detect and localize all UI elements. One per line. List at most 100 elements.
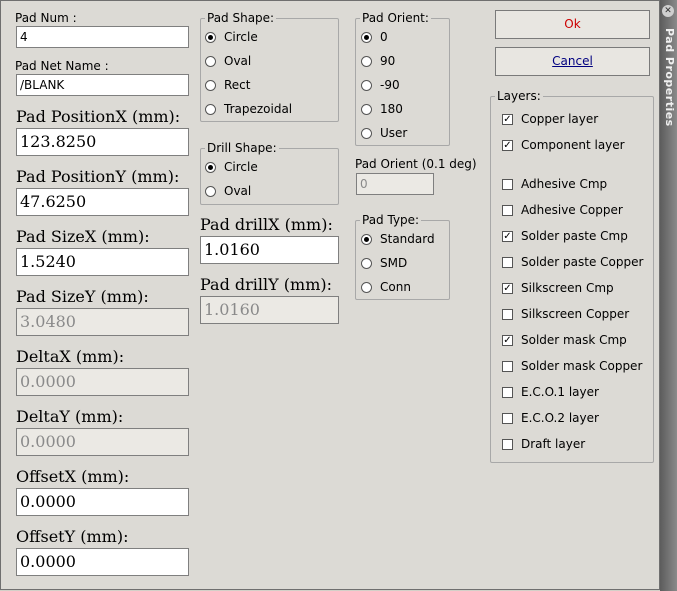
cancel-button[interactable]: Cancel (495, 47, 650, 76)
radio-label: 90 (380, 54, 396, 68)
offset-x-input[interactable]: 0.0000 (16, 488, 189, 516)
checkbox-icon (502, 178, 513, 190)
delta-x-label: DeltaX (mm): (16, 347, 125, 366)
radio-label: Oval (224, 54, 252, 68)
layer-checkbox[interactable]: ✓ Silkscreen Cmp (502, 281, 614, 295)
layer-checkbox[interactable]: E.C.O.1 layer (502, 385, 599, 399)
orient-deg-label: Pad Orient (0.1 deg) (355, 157, 477, 171)
layer-checkbox[interactable]: ✓ Copper layer (502, 112, 598, 126)
size-x-input[interactable]: 1.5240 (16, 248, 189, 276)
radio-icon (361, 79, 372, 91)
pad-orient-group: Pad Orient: 0 90 -90 180 User (355, 11, 450, 146)
radio-icon (205, 185, 216, 197)
orient-deg-input: 0 (356, 173, 434, 195)
pad-type-conn-radio[interactable]: Conn (361, 280, 411, 294)
ok-button[interactable]: Ok (495, 10, 650, 39)
radio-label: Standard (380, 232, 435, 246)
orient-0-radio[interactable]: 0 (361, 30, 388, 44)
layer-label: Solder mask Cmp (521, 333, 627, 347)
offset-y-input[interactable]: 0.0000 (16, 548, 189, 576)
pad-type-smd-radio[interactable]: SMD (361, 256, 407, 270)
radio-icon (361, 55, 372, 67)
radio-icon (205, 103, 216, 115)
size-y-input: 3.0480 (16, 308, 189, 336)
radio-selected-icon (205, 31, 216, 43)
radio-icon (205, 55, 216, 67)
drill-shape-oval-radio[interactable]: Oval (205, 184, 251, 198)
drill-y-input: 1.0160 (200, 296, 339, 324)
pos-x-label: Pad PositionX (mm): (16, 107, 181, 126)
layer-checkbox[interactable]: ✓ Solder paste Cmp (502, 229, 628, 243)
pos-x-input[interactable]: 123.8250 (16, 128, 189, 156)
radio-selected-icon (361, 233, 372, 245)
pad-num-label: Pad Num : (15, 11, 77, 25)
radio-icon (361, 281, 372, 293)
orient-90-radio[interactable]: 90 (361, 54, 395, 68)
drill-x-input[interactable]: 1.0160 (200, 236, 339, 264)
layer-label: Solder paste Cmp (521, 229, 628, 243)
checkbox-checked-icon: ✓ (502, 113, 513, 125)
layer-label: Solder mask Copper (521, 359, 643, 373)
layer-checkbox[interactable]: Adhesive Copper (502, 203, 623, 217)
layers-group: Layers: ✓ Copper layer ✓ Component layer Adh… (490, 89, 654, 463)
pad-shape-rect-radio[interactable]: Rect (205, 78, 250, 92)
layer-label: Draft layer (521, 437, 586, 451)
radio-label: 180 (380, 102, 403, 116)
layer-checkbox[interactable]: E.C.O.2 layer (502, 411, 599, 425)
radio-icon (205, 79, 216, 91)
layer-checkbox[interactable]: Silkscreen Copper (502, 307, 629, 321)
checkbox-icon (502, 204, 513, 216)
layer-label: Adhesive Cmp (521, 177, 608, 191)
title-bar: ✕ Pad Properties (660, 0, 677, 591)
close-icon[interactable]: ✕ (662, 5, 674, 17)
pos-y-input[interactable]: 47.6250 (16, 188, 189, 216)
layer-label: Component layer (521, 138, 625, 152)
pad-type-title: Pad Type: (360, 213, 422, 227)
drill-shape-circle-radio[interactable]: Circle (205, 160, 258, 174)
size-y-label: Pad SizeY (mm): (16, 287, 149, 306)
orient-180-radio[interactable]: 180 (361, 102, 403, 116)
checkbox-checked-icon: ✓ (502, 334, 513, 346)
checkbox-icon (502, 386, 513, 398)
layers-title: Layers: (495, 89, 543, 103)
radio-label: Circle (224, 160, 258, 174)
layer-checkbox[interactable]: Draft layer (502, 437, 585, 451)
pad-properties-dialog: Pad Num : 4 Pad Net Name : /BLANK Pad Po… (0, 0, 660, 590)
drill-shape-title: Drill Shape: (205, 141, 279, 155)
radio-label: Oval (224, 184, 252, 198)
layer-checkbox[interactable]: Solder mask Copper (502, 359, 642, 373)
checkbox-checked-icon: ✓ (502, 139, 513, 151)
pad-shape-circle-radio[interactable]: Circle (205, 30, 258, 44)
layer-checkbox[interactable]: ✓ Solder mask Cmp (502, 333, 627, 347)
radio-icon (361, 257, 372, 269)
layer-label: E.C.O.2 layer (521, 411, 599, 425)
checkbox-icon (502, 256, 513, 268)
pad-shape-trapezoidal-radio[interactable]: Trapezoidal (205, 102, 292, 116)
pad-orient-title: Pad Orient: (360, 11, 431, 25)
layer-label: E.C.O.1 layer (521, 385, 599, 399)
layer-label: Solder paste Copper (521, 255, 644, 269)
checkbox-icon (502, 438, 513, 450)
layer-checkbox[interactable]: Adhesive Cmp (502, 177, 607, 191)
net-name-input[interactable]: /BLANK (16, 74, 189, 96)
window-title: Pad Properties (663, 28, 676, 127)
radio-label: User (380, 126, 408, 140)
orient-user-radio[interactable]: User (361, 126, 407, 140)
layer-label: Copper layer (521, 112, 599, 126)
pad-shape-title: Pad Shape: (205, 11, 277, 25)
pad-type-group: Pad Type: Standard SMD Conn (355, 213, 450, 300)
layer-checkbox[interactable]: Solder paste Copper (502, 255, 643, 269)
pad-num-input[interactable]: 4 (16, 26, 189, 48)
drill-x-label: Pad drillX (mm): (200, 215, 333, 234)
pad-type-standard-radio[interactable]: Standard (361, 232, 435, 246)
layer-label: Silkscreen Cmp (521, 281, 614, 295)
layer-checkbox[interactable]: ✓ Component layer (502, 138, 625, 152)
radio-selected-icon (205, 161, 216, 173)
radio-label: Rect (224, 78, 251, 92)
net-name-label: Pad Net Name : (15, 59, 109, 73)
delta-x-input: 0.0000 (16, 368, 189, 396)
orient-neg90-radio[interactable]: -90 (361, 78, 400, 92)
pad-shape-oval-radio[interactable]: Oval (205, 54, 251, 68)
checkbox-checked-icon: ✓ (502, 282, 513, 294)
size-x-label: Pad SizeX (mm): (16, 227, 150, 246)
